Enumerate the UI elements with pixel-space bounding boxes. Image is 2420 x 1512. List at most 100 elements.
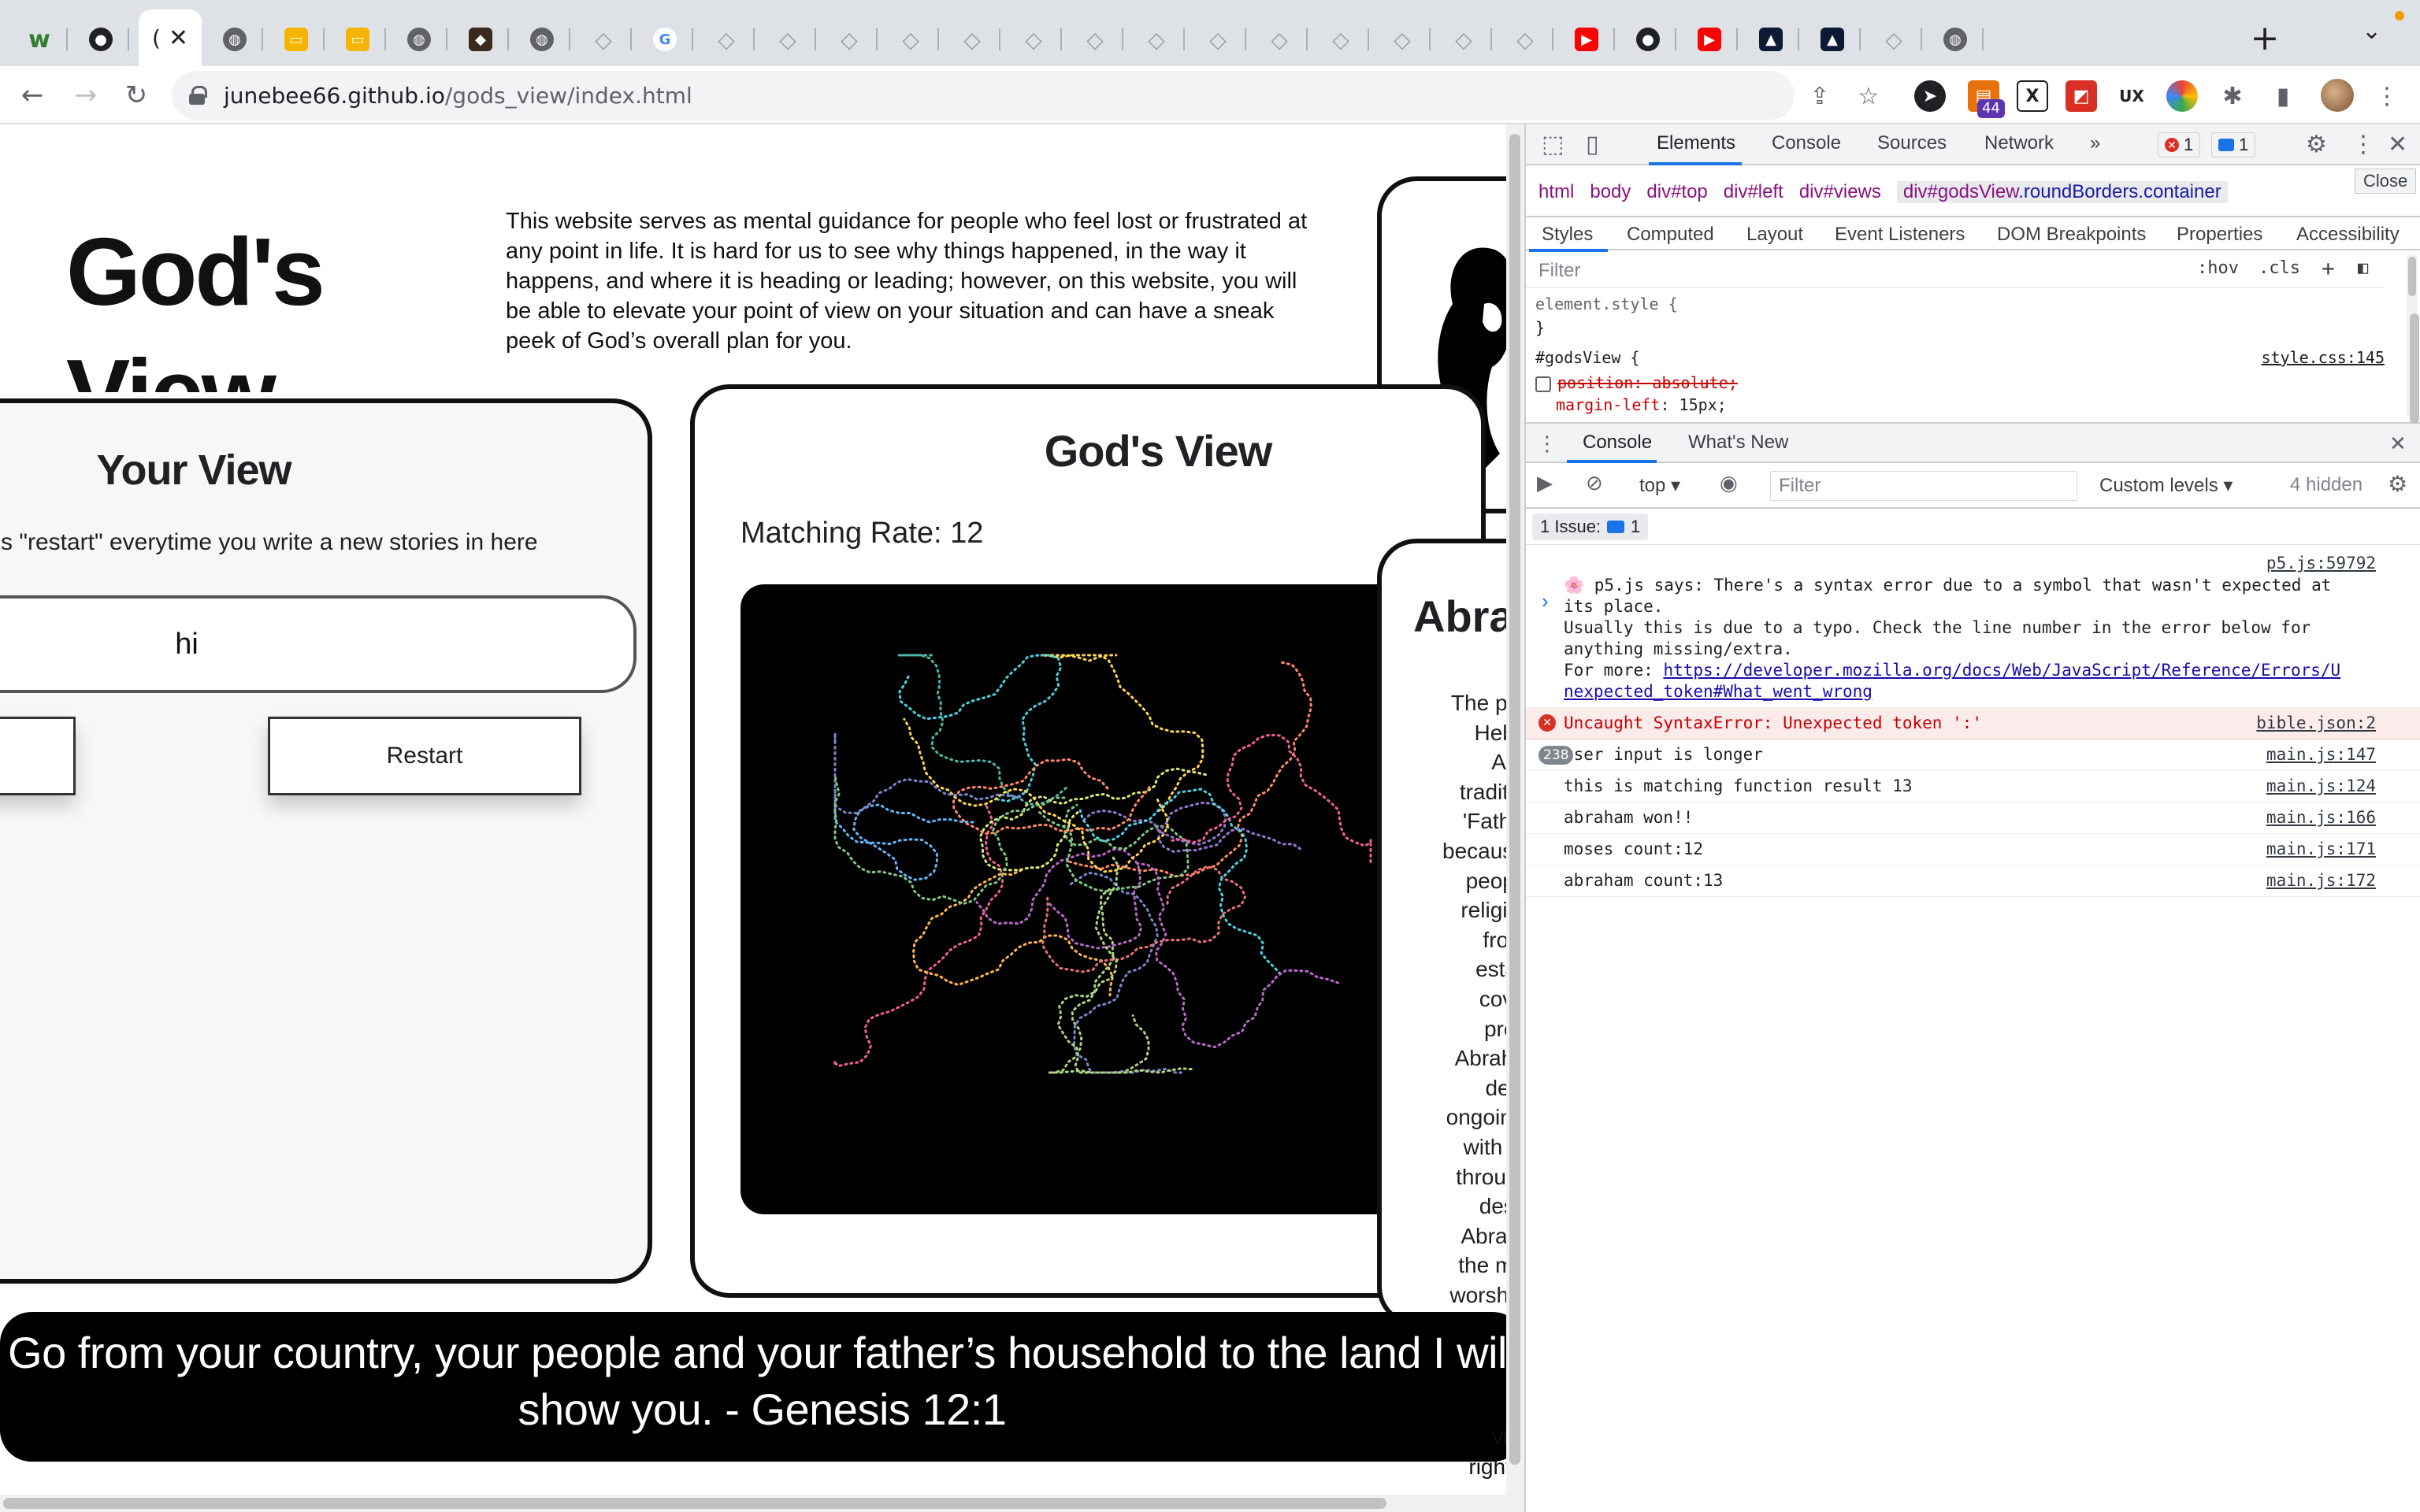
close-drawer-icon[interactable]: ✕	[2389, 432, 2407, 456]
menu-kebab-icon[interactable]: ⋮	[2371, 80, 2403, 112]
breadcrumb-item[interactable]: html	[1538, 181, 1574, 203]
story-input[interactable]: hi	[0, 595, 637, 693]
message-source-link[interactable]: main.js:124	[2266, 776, 2376, 797]
breadcrumb-item[interactable]: div#top	[1646, 181, 1707, 203]
subtab-dom-breakpoints[interactable]: DOM Breakpoints	[1997, 224, 2146, 246]
browser-tab[interactable]: w	[11, 16, 68, 63]
disabled-property[interactable]: position: absolute;	[1557, 373, 1738, 392]
breadcrumb-item[interactable]: body	[1590, 181, 1631, 203]
docs-link-continued[interactable]: nexpected_token#What_went_wrong	[1564, 682, 1873, 701]
message-source-link[interactable]: main.js:147	[2266, 744, 2376, 765]
margin-left-value[interactable]: : 15px;	[1660, 395, 1726, 414]
page-horizontal-scroll-thumb[interactable]	[3, 1498, 1386, 1509]
console-message-log[interactable]: abraham count:13 main.js:172	[1526, 865, 2420, 897]
browser-tab[interactable]: ▲	[1743, 16, 1799, 63]
live-expression-eye-icon[interactable]: ◉	[1720, 471, 1738, 495]
console-message-warning[interactable]: p5.js:59792 🌸 p5.js says: There's a synt…	[1526, 548, 2420, 708]
settings-gear-icon[interactable]: ⚙	[2306, 131, 2327, 158]
browser-tab[interactable]: ◍	[391, 16, 447, 63]
reload-button[interactable]: ↻	[118, 77, 154, 113]
new-rule-plus-icon[interactable]: +	[2322, 255, 2335, 281]
browser-tab[interactable]: ◇	[944, 16, 1000, 63]
browser-tab[interactable]: ◇	[1005, 16, 1062, 63]
console-message-error[interactable]: ✕ Uncaught SyntaxError: Unexpected token…	[1526, 708, 2420, 739]
console-settings-gear-icon[interactable]: ⚙	[2388, 471, 2407, 497]
browser-tab[interactable]: ◇	[1251, 16, 1308, 63]
subtab-styles[interactable]: Styles	[1542, 224, 1593, 246]
browser-tab[interactable]: ◍	[514, 16, 570, 63]
element-style-rule[interactable]: element.style {	[1535, 291, 1678, 317]
message-source-link[interactable]: bible.json:2	[2256, 713, 2376, 734]
message-source-link[interactable]: main.js:172	[2266, 870, 2376, 891]
p5-canvas[interactable]	[740, 584, 1449, 1214]
show-sidebar-icon[interactable]: ▶	[1537, 471, 1553, 495]
profile-avatar[interactable]	[2321, 79, 2354, 112]
console-message-log[interactable]: abraham won!! main.js:166	[1526, 802, 2420, 834]
browser-tab[interactable]: ◇	[882, 16, 939, 63]
styles-scroll-thumb[interactable]	[2408, 257, 2416, 296]
browser-tab[interactable]: G	[637, 16, 693, 63]
lock-icon[interactable]	[189, 86, 207, 105]
devtools-tab-elements[interactable]: Elements	[1657, 132, 1735, 154]
console-message-log[interactable]: 238 user input is longer main.js:147	[1526, 739, 2420, 771]
browser-tab[interactable]: ●	[1620, 16, 1676, 63]
message-source-link[interactable]: main.js:166	[2266, 807, 2376, 828]
subtab-layout[interactable]: Layout	[1746, 224, 1803, 246]
devtools-tab-console[interactable]: Console	[1772, 132, 1841, 154]
extension-app-icon[interactable]: ◩	[2066, 80, 2097, 112]
toggle-sidebar-icon[interactable]: ◧	[2358, 258, 2368, 278]
devtools-tab-sources[interactable]: Sources	[1877, 132, 1947, 154]
browser-tab[interactable]: ◇	[1865, 16, 1922, 63]
message-source-link[interactable]: main.js:171	[2266, 839, 2376, 860]
more-tabs-icon[interactable]: »	[2090, 132, 2100, 154]
extension-color-picker-icon[interactable]	[2166, 80, 2198, 112]
browser-tab[interactable]: ▭	[268, 16, 325, 63]
browser-tab[interactable]: ◇	[1435, 16, 1492, 63]
issues-button[interactable]: 1 Issue: 1	[1532, 513, 1649, 540]
extension-x-icon[interactable]: X	[2017, 80, 2048, 112]
restart-button[interactable]: Restart	[268, 717, 581, 795]
inspect-element-icon[interactable]: ⬚	[1542, 131, 1564, 158]
browser-tab[interactable]: ◇	[575, 16, 632, 63]
extension-send-icon[interactable]: ➤	[1914, 80, 1946, 112]
browser-tab[interactable]: ◍	[206, 16, 263, 63]
browser-tab[interactable]: ◇	[1190, 16, 1246, 63]
browser-tab[interactable]: ◇	[1497, 16, 1553, 63]
subtab-computed[interactable]: Computed	[1627, 224, 1714, 246]
message-source-link[interactable]: p5.js:59792	[2266, 553, 2376, 574]
drawer-menu-icon[interactable]: ⋮	[1537, 432, 1557, 456]
tab-search-chevron-icon[interactable]: ⌄	[2362, 17, 2381, 45]
devtools-scroll-thumb[interactable]	[2410, 313, 2419, 424]
browser-tab[interactable]: ●	[72, 16, 129, 63]
drawer-tab-whats-new[interactable]: What's New	[1688, 432, 1788, 454]
subtab-accessibility[interactable]: Accessibility	[2296, 224, 2400, 246]
styles-filter-input[interactable]: Filter :hov .cls + ◧	[1526, 254, 2385, 288]
drawer-tab-console[interactable]: Console	[1583, 432, 1652, 454]
submit-button[interactable]	[0, 717, 76, 795]
error-count-badge[interactable]: ✕ 1	[2158, 132, 2201, 158]
browser-tab[interactable]: ◆	[452, 16, 509, 63]
rule-source-link[interactable]: style.css:145	[2261, 345, 2385, 371]
browser-tab[interactable]: ◇	[1374, 16, 1431, 63]
margin-left-property[interactable]: margin-left	[1556, 395, 1660, 414]
gods-view-rule-selector[interactable]: #godsView {	[1535, 345, 1639, 371]
console-prompt[interactable]: ›	[1542, 589, 1549, 613]
browser-tab[interactable]: ◇	[759, 16, 816, 63]
bookmark-star-icon[interactable]: ☆	[1853, 80, 1884, 112]
devtools-menu-icon[interactable]: ⋮	[2351, 131, 2375, 158]
property-checkbox[interactable]	[1535, 376, 1551, 392]
docs-link[interactable]: https://developer.mozilla.org/docs/Web/J…	[1663, 661, 2340, 680]
share-icon[interactable]: ⇪	[1804, 80, 1835, 112]
browser-tab[interactable]: ◇	[1067, 16, 1123, 63]
browser-tab[interactable]: ▶	[1681, 16, 1738, 63]
side-panel-icon[interactable]: ▮	[2267, 80, 2299, 112]
browser-tab[interactable]: ◇	[821, 16, 878, 63]
page-vertical-scroll-thumb[interactable]	[1509, 134, 1520, 1465]
browser-tab[interactable]: ◇	[698, 16, 755, 63]
browser-tab[interactable]: ◇	[1128, 16, 1185, 63]
browser-tab[interactable]: ◍	[1927, 16, 1984, 63]
breadcrumb-item[interactable]: div#left	[1724, 181, 1783, 203]
browser-tab[interactable]: ◇	[1312, 16, 1369, 63]
address-bar[interactable]: junebee66.github.io/gods_view/index.html	[172, 71, 1795, 120]
subtab-event-listeners[interactable]: Event Listeners	[1835, 224, 1965, 246]
